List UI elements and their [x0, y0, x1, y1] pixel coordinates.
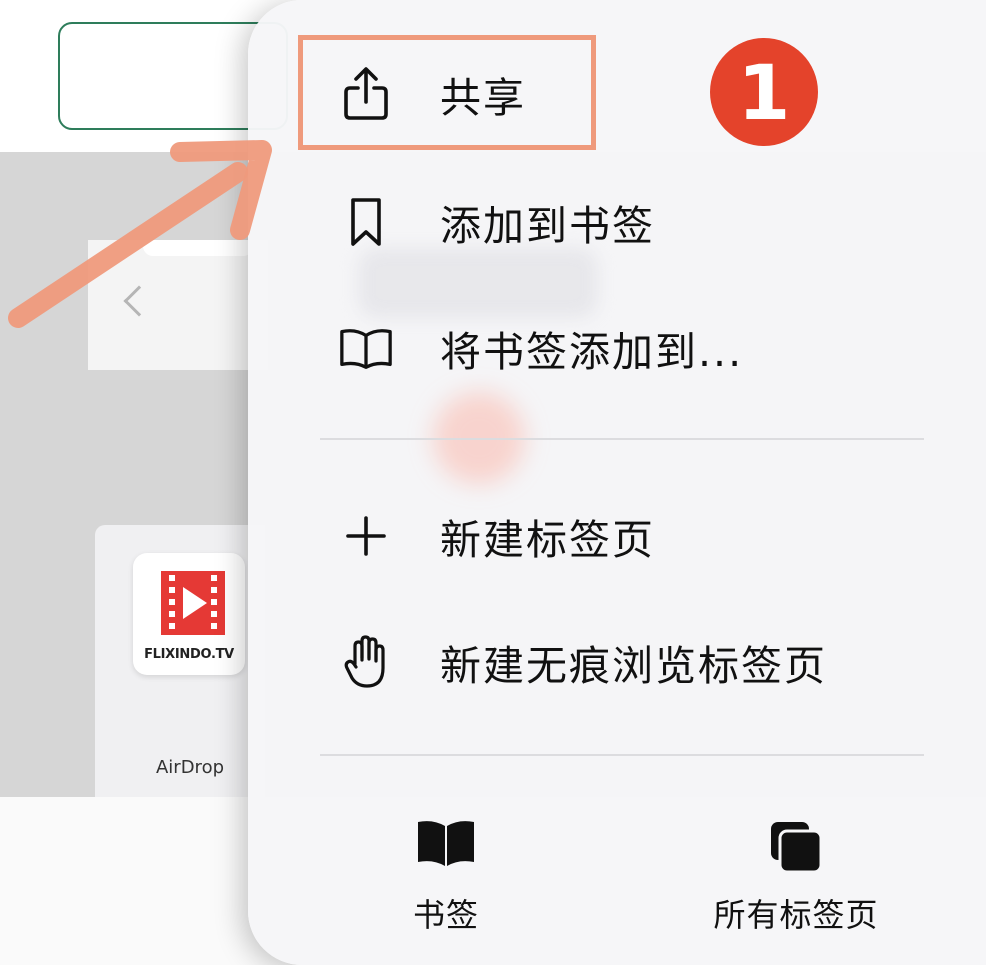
hand-icon	[338, 634, 394, 690]
menu-item-new-private-tab[interactable]: 新建无痕浏览标签页	[248, 612, 986, 712]
all-tabs-button[interactable]: 所有标签页	[696, 808, 896, 938]
flixindo-logo-icon	[161, 571, 225, 635]
menu-item-new-tab[interactable]: 新建标签页	[248, 486, 986, 586]
bookmarks-label: 书签	[412, 896, 479, 934]
step-number-badge: 1	[710, 38, 818, 146]
bookmarks-book-icon	[415, 818, 477, 874]
menu-item-add-bookmarks-to[interactable]: 将书签添加到...	[248, 298, 986, 398]
bookmarks-button[interactable]: 书签	[346, 808, 546, 938]
menu-item-label: 新建标签页	[440, 516, 655, 564]
book-icon	[338, 320, 394, 376]
airdrop-label: AirDrop	[155, 757, 225, 778]
menu-divider	[320, 754, 924, 756]
plus-icon	[338, 508, 394, 564]
menu-item-label: 新建无痕浏览标签页	[440, 642, 827, 690]
tabs-icon	[767, 818, 825, 880]
bookmark-icon	[338, 194, 394, 250]
annotation-arrow	[8, 140, 272, 328]
menu-item-label: 添加到书签	[440, 202, 655, 250]
menu-divider	[320, 438, 924, 440]
all-tabs-label: 所有标签页	[713, 896, 879, 934]
flixindo-app-tile: FLIXINDO.TV	[133, 553, 245, 675]
app-tile-label: FLIXINDO.TV	[144, 647, 234, 662]
menu-item-label: 将书签添加到...	[440, 328, 744, 376]
background-share-sheet: FLIXINDO.TV AirDrop	[95, 525, 265, 797]
menu-item-add-bookmark[interactable]: 添加到书签	[248, 172, 986, 272]
annotation-highlight-box	[298, 35, 596, 150]
